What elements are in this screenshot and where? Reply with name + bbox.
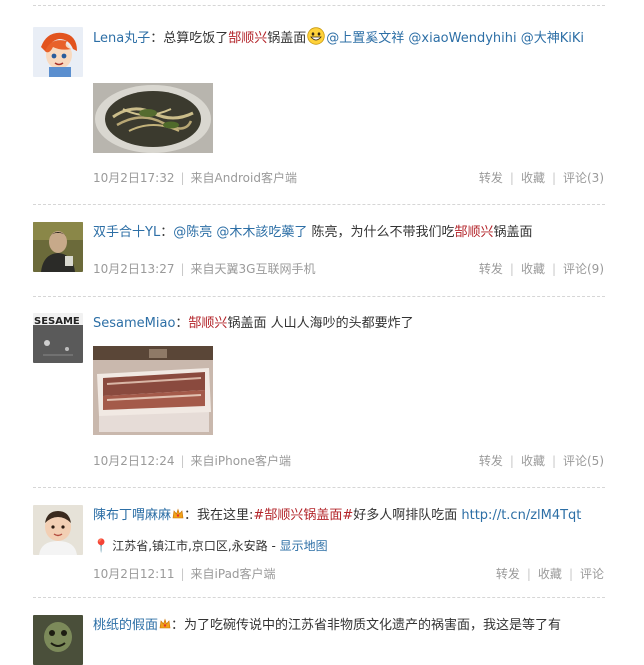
- colon: ：: [171, 618, 185, 633]
- post-text-segment: 陈亮，为什么不带我们吃: [307, 225, 455, 240]
- location-text: 江苏省,镇江市,京口区,永安路: [112, 539, 268, 553]
- post-meta: 10月2日13:27 | 来自天翼3G互联网手机 转发 | 收藏 | 评论(9): [93, 260, 604, 277]
- post-source[interactable]: 来自天翼3G互联网手机: [191, 262, 316, 276]
- author-name[interactable]: 双手合十YL: [93, 225, 160, 240]
- post-text: 陳布丁喟麻麻 ：我在这里:#郜顺兴锅盖面#好多人啊排队吃面 http://t.cn…: [93, 505, 606, 527]
- post-text-segment: 总算吃饭了: [163, 31, 229, 46]
- post-source[interactable]: 来自Android客户端: [191, 171, 297, 185]
- meta-divider: |: [180, 454, 185, 468]
- forward-button[interactable]: 转发: [479, 262, 503, 276]
- favorite-button[interactable]: 收藏: [521, 262, 545, 276]
- favorite-button[interactable]: 收藏: [521, 454, 545, 468]
- post-actions: 转发 | 收藏 | 评论(9): [479, 260, 604, 277]
- divider: [33, 487, 605, 488]
- forward-button[interactable]: 转发: [479, 171, 503, 185]
- feed-item: 陳布丁喟麻麻 ：我在这里:#郜顺兴锅盖面#好多人啊排队吃面 http://t.cn…: [0, 505, 644, 585]
- post-text: 桃纸的假面 ：为了吃碗传说中的江苏省非物质文化遗产的祸害面，我这是等了有: [93, 615, 614, 637]
- colon: ：: [184, 508, 198, 523]
- divider: [33, 5, 605, 6]
- avatar-text: SESAME: [34, 316, 80, 327]
- location-line: 📍 江苏省,镇江市,京口区,永安路 - 显示地图: [93, 537, 328, 554]
- mentions[interactable]: @上置奚文祥 @xiaoWendyhihi @大神KiKi: [326, 31, 584, 46]
- forward-button[interactable]: 转发: [479, 454, 503, 468]
- author-name[interactable]: 桃纸的假面: [93, 618, 158, 633]
- post-actions: 转发 | 收藏 | 评论(3): [479, 169, 604, 186]
- short-link[interactable]: http://t.cn/zlM4Tqt: [461, 508, 581, 523]
- avatar[interactable]: [33, 27, 83, 77]
- colon: ：: [160, 225, 174, 240]
- hashtag-link[interactable]: #郜顺兴锅盖面#: [253, 508, 353, 523]
- post-text-segment: 锅盖面 人山人海吵的头都要炸了: [227, 316, 414, 331]
- author-name[interactable]: SesameMiao: [93, 316, 175, 331]
- divider: [33, 296, 605, 297]
- divider: [33, 597, 605, 598]
- avatar[interactable]: [33, 222, 83, 272]
- post-text-segment: 我在这里:: [197, 508, 254, 523]
- divider: [33, 204, 605, 205]
- meta-divider: |: [180, 171, 185, 185]
- comment-button[interactable]: 评论(5): [563, 454, 604, 468]
- post-image[interactable]: [93, 83, 213, 153]
- feed-item: 双手合十YL：@陈亮 @木木該吃藥了 陈亮，为什么不带我们吃郜顺兴锅盖面 10月…: [0, 222, 644, 282]
- author-name[interactable]: 陳布丁喟麻麻: [93, 508, 171, 523]
- comment-button[interactable]: 评论(3): [563, 171, 604, 185]
- action-divider: |: [509, 454, 514, 468]
- feed-item: SESAME SesameMiao：郜顺兴锅盖面 人山人海吵的头都要炸了 10月…: [0, 313, 644, 473]
- location-pin-icon: 📍: [93, 539, 110, 554]
- post-time[interactable]: 10月2日12:11: [93, 567, 175, 581]
- action-divider: |: [568, 567, 573, 581]
- post-actions: 转发 | 收藏 | 评论: [496, 565, 604, 582]
- location-separator: -: [267, 539, 280, 553]
- avatar[interactable]: [33, 505, 83, 555]
- post-time[interactable]: 10月2日13:27: [93, 262, 175, 276]
- post-source[interactable]: 来自iPad客户端: [191, 567, 276, 581]
- post-text: 双手合十YL：@陈亮 @木木該吃藥了 陈亮，为什么不带我们吃郜顺兴锅盖面: [93, 222, 614, 244]
- hashtag-link[interactable]: 郜顺兴: [188, 316, 227, 331]
- hashtag-link[interactable]: 郜顺兴: [228, 31, 267, 46]
- action-divider: |: [509, 171, 514, 185]
- mentions[interactable]: @陈亮 @木木該吃藥了: [173, 225, 307, 240]
- action-divider: |: [526, 567, 531, 581]
- post-text-segment: 为了吃碗传说中的江苏省非物质文化遗产的祸害面，我这是等了有: [184, 618, 562, 633]
- grin-emoji-icon: [307, 27, 325, 45]
- meta-divider: |: [180, 262, 185, 276]
- hashtag-link[interactable]: 郜顺兴: [454, 225, 493, 240]
- post-text-segment: 锅盖面: [267, 31, 307, 46]
- feed-item: 桃纸的假面 ：为了吃碗传说中的江苏省非物质文化遗产的祸害面，我这是等了有: [0, 615, 644, 665]
- action-divider: |: [551, 454, 556, 468]
- post-text: Lena丸子：总算吃饭了郜顺兴锅盖面 @上置奚文祥 @xiaoWendyhihi …: [93, 27, 614, 50]
- favorite-button[interactable]: 收藏: [521, 171, 545, 185]
- post-image[interactable]: [93, 346, 213, 435]
- comment-button[interactable]: 评论(9): [563, 262, 604, 276]
- crown-badge-icon: [159, 616, 171, 629]
- post-text: SesameMiao：郜顺兴锅盖面 人山人海吵的头都要炸了: [93, 313, 614, 335]
- comment-button[interactable]: 评论: [580, 567, 604, 581]
- post-time[interactable]: 10月2日17:32: [93, 171, 175, 185]
- forward-button[interactable]: 转发: [496, 567, 520, 581]
- crown-badge-icon: [172, 506, 184, 519]
- action-divider: |: [509, 262, 514, 276]
- post-actions: 转发 | 收藏 | 评论(5): [479, 452, 604, 469]
- action-divider: |: [551, 171, 556, 185]
- action-divider: |: [551, 262, 556, 276]
- colon: ：: [150, 31, 164, 46]
- post-meta: 10月2日12:24 | 来自iPhone客户端 转发 | 收藏 | 评论(5): [93, 452, 604, 469]
- colon: ：: [175, 316, 189, 331]
- feed-item: Lena丸子：总算吃饭了郜顺兴锅盖面 @上置奚文祥 @xiaoWendyhihi …: [0, 27, 644, 197]
- meta-divider: |: [180, 567, 185, 581]
- post-meta: 10月2日12:11 | 来自iPad客户端 转发 | 收藏 | 评论: [93, 565, 604, 582]
- avatar[interactable]: SESAME: [33, 313, 83, 363]
- post-meta: 10月2日17:32 | 来自Android客户端 转发 | 收藏 | 评论(3): [93, 169, 604, 186]
- author-name[interactable]: Lena丸子: [93, 31, 150, 46]
- show-map-link[interactable]: 显示地图: [280, 539, 328, 553]
- avatar[interactable]: [33, 615, 83, 665]
- post-text-segment: 锅盖面: [493, 225, 533, 240]
- weibo-feed: Lena丸子：总算吃饭了郜顺兴锅盖面 @上置奚文祥 @xiaoWendyhihi …: [0, 0, 644, 665]
- post-text-segment: 好多人啊排队吃面: [353, 508, 458, 523]
- post-time[interactable]: 10月2日12:24: [93, 454, 175, 468]
- favorite-button[interactable]: 收藏: [538, 567, 562, 581]
- post-source[interactable]: 来自iPhone客户端: [191, 454, 292, 468]
